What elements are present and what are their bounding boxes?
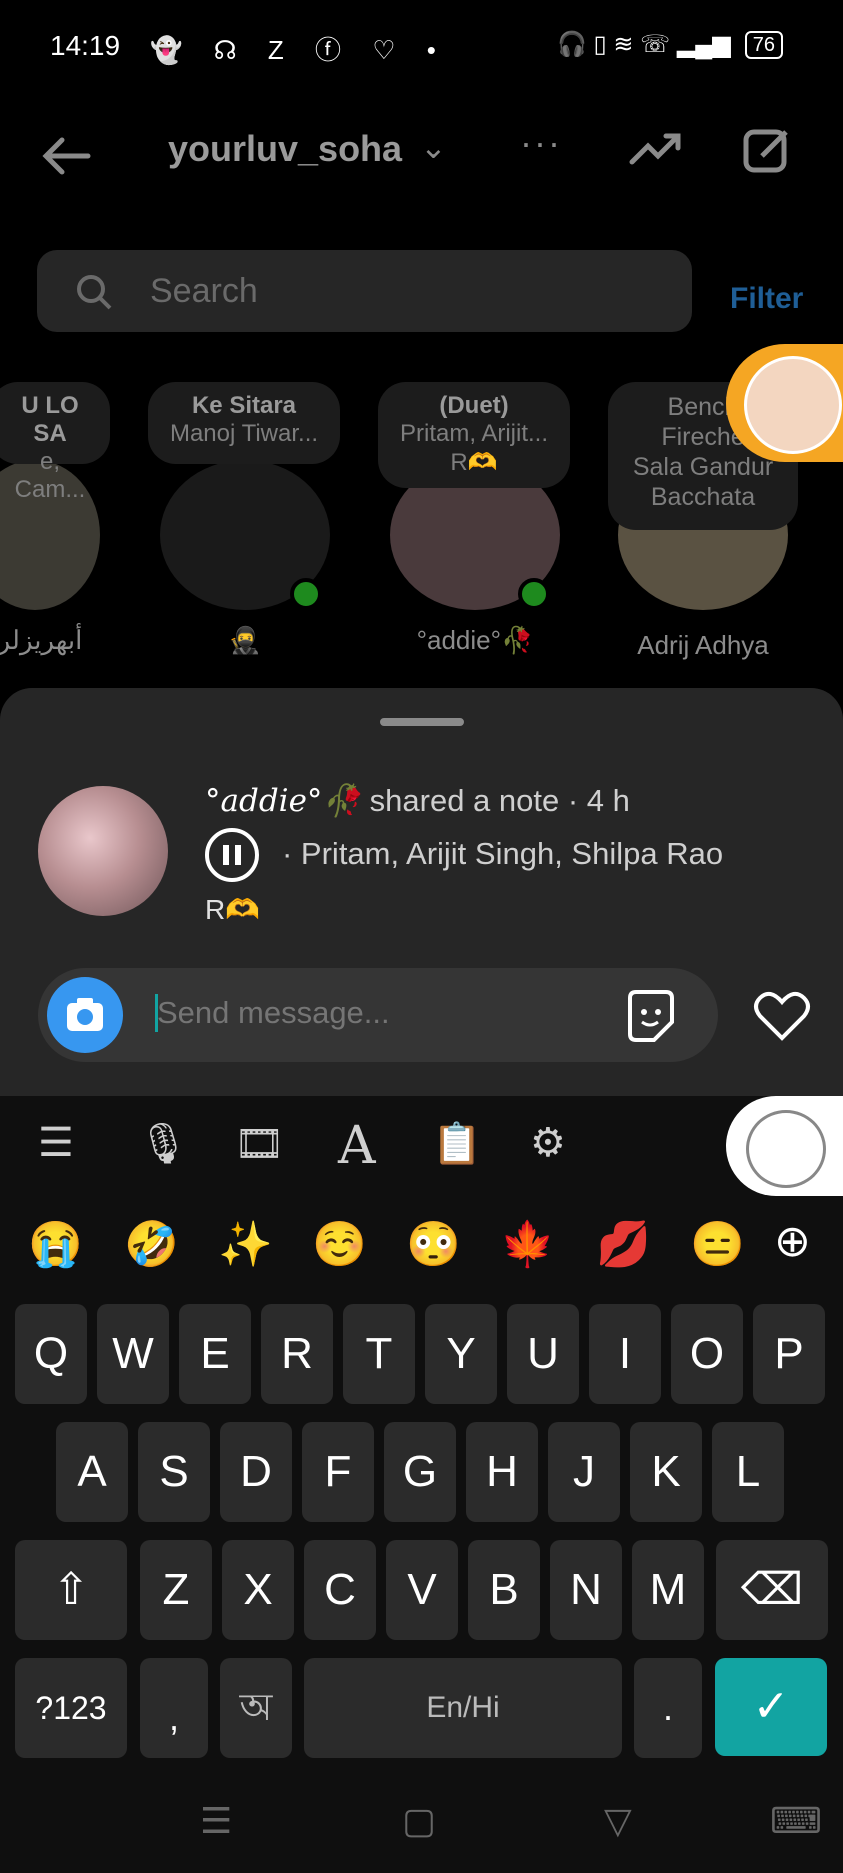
search-input[interactable]: Search bbox=[150, 272, 258, 311]
camera-button[interactable] bbox=[47, 977, 123, 1053]
note-bubble[interactable]: (Duet) Pritam, Arijit... R🫶 bbox=[378, 382, 570, 488]
nav-home-icon[interactable]: ▢ bbox=[402, 1800, 436, 1842]
notification-icons: 👻 ☊ Z ⓕ ♡ • bbox=[150, 35, 448, 65]
message-input[interactable] bbox=[155, 994, 599, 1032]
search-bar[interactable] bbox=[37, 250, 692, 332]
trending-icon[interactable] bbox=[628, 128, 684, 173]
story-name: Adrij Adhya bbox=[637, 630, 769, 660]
chat-head-avatar[interactable] bbox=[726, 344, 843, 462]
key-n[interactable]: N bbox=[550, 1540, 622, 1640]
shared-text: shared a note · 4 h bbox=[369, 783, 630, 818]
key-d[interactable]: D bbox=[220, 1422, 292, 1522]
key-z[interactable]: Z bbox=[140, 1540, 212, 1640]
key-o[interactable]: O bbox=[671, 1304, 743, 1404]
text-caret bbox=[155, 994, 158, 1032]
back-arrow-icon[interactable] bbox=[38, 128, 94, 189]
search-icon bbox=[74, 272, 114, 317]
key-j[interactable]: J bbox=[548, 1422, 620, 1522]
key-t[interactable]: T bbox=[343, 1304, 415, 1404]
pause-icon[interactable] bbox=[205, 828, 259, 882]
sticker-preview[interactable] bbox=[726, 1096, 843, 1196]
key-i[interactable]: I bbox=[589, 1304, 661, 1404]
note-text: R🫶 bbox=[205, 894, 261, 925]
key-x[interactable]: X bbox=[222, 1540, 294, 1640]
note-header: °addie°🥀 shared a note · 4 h bbox=[205, 782, 630, 819]
avatar[interactable] bbox=[38, 786, 168, 916]
menu-icon[interactable]: ☰ bbox=[38, 1120, 74, 1166]
key-p[interactable]: P bbox=[753, 1304, 825, 1404]
key-h[interactable]: H bbox=[466, 1422, 538, 1522]
microphone-icon[interactable]: 🎙 bbox=[138, 1120, 189, 1167]
status-time: 14:19 bbox=[50, 30, 121, 61]
story-name: °addie°🥀 bbox=[416, 625, 534, 655]
system-icons: 🎧 ▯ ≋ ☏ ▂▄▆ 76 bbox=[557, 30, 783, 59]
emoji-flushed[interactable]: 😳 bbox=[406, 1218, 461, 1270]
key-m[interactable]: M bbox=[632, 1540, 704, 1640]
sheet-handle[interactable] bbox=[380, 718, 464, 726]
emoji-sob[interactable]: 😭 bbox=[28, 1218, 83, 1270]
story-name: 🥷 bbox=[228, 625, 262, 655]
key-r[interactable]: R bbox=[261, 1304, 333, 1404]
online-indicator bbox=[290, 578, 322, 610]
note-bubble[interactable]: Ke Sitara Manoj Tiwar... bbox=[148, 382, 340, 464]
backspace-key[interactable]: ⌫ bbox=[716, 1540, 828, 1640]
period-key[interactable]: . bbox=[634, 1658, 702, 1758]
clipboard-icon[interactable]: 📋 bbox=[432, 1120, 482, 1167]
enter-key[interactable]: ✓ bbox=[715, 1658, 827, 1756]
chevron-down-icon[interactable]: ⌄ bbox=[420, 128, 447, 166]
shift-key[interactable]: ⇧ bbox=[15, 1540, 127, 1640]
numbers-key[interactable]: ?123 bbox=[15, 1658, 127, 1758]
key-y[interactable]: Y bbox=[425, 1304, 497, 1404]
emoji-expressionless[interactable]: 😑 bbox=[690, 1218, 745, 1270]
emoji-comma-key[interactable]: , bbox=[140, 1658, 208, 1758]
emoji-maple[interactable]: 🍁 bbox=[500, 1218, 555, 1270]
emoji-rofl[interactable]: 🤣 bbox=[124, 1218, 179, 1270]
key-u[interactable]: U bbox=[507, 1304, 579, 1404]
gif-icon[interactable]: 🎞 bbox=[234, 1120, 285, 1167]
key-a[interactable]: A bbox=[56, 1422, 128, 1522]
key-s[interactable]: S bbox=[138, 1422, 210, 1522]
key-f[interactable]: F bbox=[302, 1422, 374, 1522]
key-e[interactable]: E bbox=[179, 1304, 251, 1404]
signal-icons: 🎧 ▯ ≋ ☏ ▂▄▆ bbox=[556, 31, 731, 58]
key-w[interactable]: W bbox=[97, 1304, 169, 1404]
emoji-smiling[interactable]: ☺️ bbox=[312, 1218, 367, 1270]
emoji-sparkles[interactable]: ✨ bbox=[218, 1218, 273, 1270]
font-icon[interactable]: A bbox=[338, 1116, 376, 1176]
nav-back-icon[interactable]: ▽ bbox=[604, 1800, 632, 1842]
key-l[interactable]: L bbox=[712, 1422, 784, 1522]
key-v[interactable]: V bbox=[386, 1540, 458, 1640]
filter-button[interactable]: Filter bbox=[730, 282, 803, 316]
song-artists: · Pritam, Arijit Singh, Shilpa Rao bbox=[282, 836, 724, 871]
online-indicator bbox=[518, 578, 550, 610]
more-options-icon[interactable]: ··· bbox=[520, 122, 562, 164]
battery-icon: 76 bbox=[744, 30, 783, 59]
story-name: أبهريزلر bbox=[0, 625, 83, 655]
language-key[interactable]: অ bbox=[220, 1658, 292, 1758]
settings-icon[interactable]: ⚙ bbox=[530, 1120, 566, 1166]
key-q[interactable]: Q bbox=[15, 1304, 87, 1404]
add-emoji-icon[interactable]: ⊕ bbox=[774, 1216, 811, 1267]
space-key[interactable]: En/Hi bbox=[304, 1658, 622, 1758]
key-k[interactable]: K bbox=[630, 1422, 702, 1522]
key-c[interactable]: C bbox=[304, 1540, 376, 1640]
sticker-icon[interactable] bbox=[622, 988, 678, 1049]
author-name[interactable]: °addie°🥀 bbox=[205, 783, 361, 819]
emoji-kiss[interactable]: 💋 bbox=[596, 1218, 651, 1270]
nav-menu-icon[interactable]: ☰ bbox=[200, 1800, 232, 1842]
compose-icon[interactable] bbox=[742, 124, 794, 181]
nav-keyboard-icon[interactable]: ⌨ bbox=[770, 1800, 822, 1842]
key-g[interactable]: G bbox=[384, 1422, 456, 1522]
heart-icon[interactable] bbox=[752, 988, 812, 1049]
username-title[interactable]: yourluv_soha bbox=[168, 128, 402, 170]
note-bubble[interactable]: U LO SA e, Cam... bbox=[0, 382, 110, 503]
key-b[interactable]: B bbox=[468, 1540, 540, 1640]
